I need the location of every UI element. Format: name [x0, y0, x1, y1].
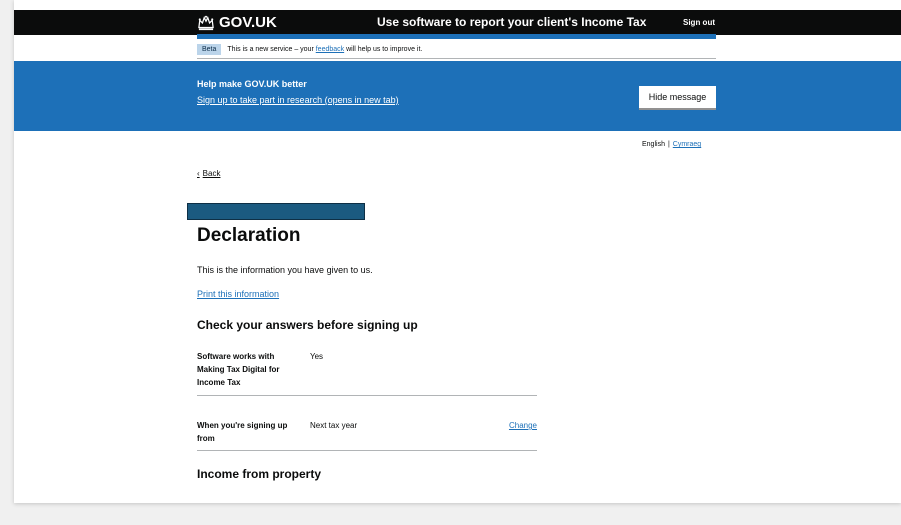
summary-key: Software works with Making Tax Digital f…	[197, 352, 280, 387]
change-link[interactable]: Change	[509, 419, 537, 432]
page-frame: GOV.UK Use software to report your clien…	[14, 0, 901, 503]
beta-divider	[197, 58, 716, 59]
summary-key: When you're signing up from	[197, 421, 288, 443]
research-banner-title: Help make GOV.UK better	[197, 79, 307, 89]
income-from-property-heading: Income from property	[197, 467, 322, 481]
summary-row: Software works with Making Tax Digital f…	[197, 350, 537, 396]
feedback-link[interactable]: feedback	[316, 46, 344, 53]
hide-message-button[interactable]: Hide message	[639, 86, 716, 108]
sign-out-link[interactable]: Sign out	[683, 10, 715, 35]
page-title: Declaration	[197, 225, 301, 246]
beta-tag: Beta	[197, 43, 222, 55]
service-name-link[interactable]: Use software to report your client's Inc…	[377, 10, 646, 35]
language-separator: |	[667, 141, 670, 148]
summary-row: When you're signing up from Next tax yea…	[197, 419, 537, 451]
research-signup-link[interactable]: Sign up to take part in research (opens …	[197, 95, 399, 105]
back-link-label: Back	[202, 169, 221, 178]
language-toggle: English | Cymraeg	[642, 141, 701, 148]
summary-value: Yes	[310, 352, 324, 361]
language-welsh-link[interactable]: Cymraeg	[673, 141, 701, 148]
govuk-logo-link[interactable]: GOV.UK	[197, 10, 277, 35]
research-banner: Help make GOV.UK better Sign up to take …	[14, 61, 901, 131]
check-answers-heading: Check your answers before signing up	[197, 318, 418, 332]
back-link[interactable]: ‹ Back	[197, 169, 220, 178]
language-english: English	[642, 141, 665, 148]
beta-text-before: This is a new service – your	[227, 45, 314, 53]
redacted-caption	[187, 203, 365, 220]
logo-text: GOV.UK	[219, 14, 277, 31]
header-underline	[197, 34, 716, 39]
crown-icon	[198, 15, 214, 30]
chevron-left-icon: ‹	[197, 169, 200, 178]
beta-banner: Beta This is a new service – your feedba…	[197, 41, 422, 57]
beta-text-after: will help us to improve it.	[346, 45, 423, 53]
page-lede: This is the information you have given t…	[197, 265, 373, 275]
print-information-link[interactable]: Print this information	[197, 289, 279, 299]
summary-value: Next tax year	[310, 421, 358, 430]
